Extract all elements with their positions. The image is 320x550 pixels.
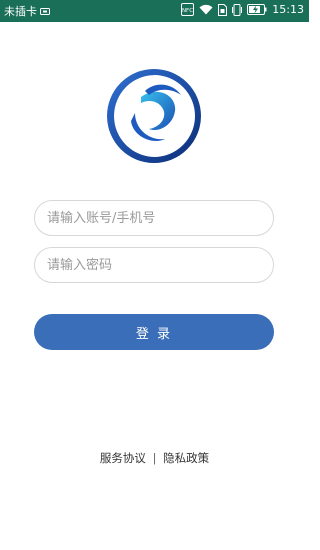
footer-links: 服务协议 | 隐私政策 [0, 450, 309, 466]
status-right: NFC 15:13 [181, 3, 304, 16]
status-bar: 未插卡 NFC 15:13 [0, 0, 309, 22]
sim-card-icon [40, 7, 50, 15]
status-left: 未插卡 [4, 3, 50, 19]
clock: 15:13 [272, 3, 304, 16]
app-logo [105, 67, 203, 165]
nfc-icon: NFC [181, 3, 195, 16]
battery-charging-icon [247, 4, 267, 15]
footer-separator: | [152, 451, 157, 465]
service-agreement-link[interactable]: 服务协议 [100, 450, 146, 466]
password-input[interactable] [34, 247, 274, 283]
login-button[interactable]: 登 录 [34, 314, 274, 350]
wifi-icon [199, 4, 213, 15]
vibrate-icon [232, 3, 243, 16]
sim-card-icon [218, 3, 228, 16]
account-input[interactable] [34, 200, 274, 236]
carrier-label: 未插卡 [4, 5, 37, 18]
privacy-policy-link[interactable]: 隐私政策 [163, 450, 209, 466]
svg-text:NFC: NFC [182, 8, 193, 14]
